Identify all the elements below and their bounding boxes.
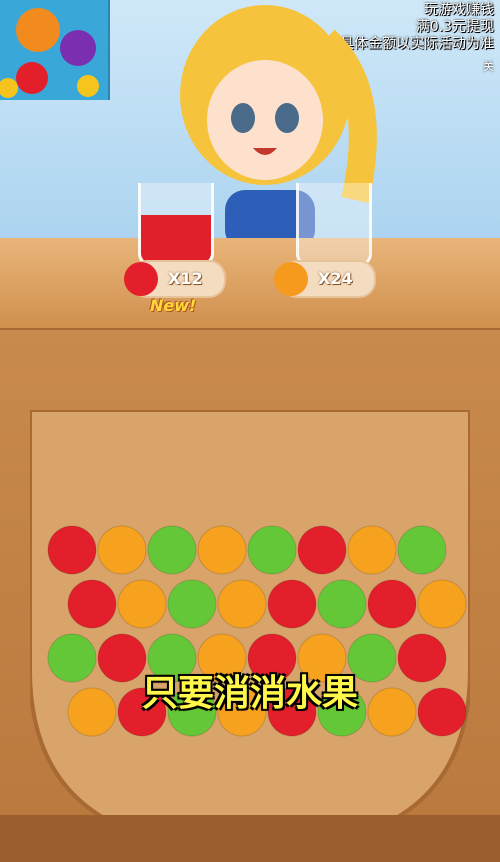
order-orange: X24 <box>274 260 376 298</box>
fruit-thumbnail-art <box>0 8 99 98</box>
peach-icon <box>16 8 60 52</box>
close-button[interactable]: 关 <box>483 58 494 74</box>
juice-glass-orange <box>296 183 372 266</box>
lemon-icon <box>0 78 18 98</box>
apple-icon <box>124 262 158 296</box>
apple-icon[interactable] <box>297 525 347 575</box>
apple-icon[interactable] <box>47 525 97 575</box>
juice-glass-apple <box>138 183 214 266</box>
order-apple: X12 <box>124 260 226 298</box>
orange-icon[interactable] <box>197 525 247 575</box>
orange-icon <box>274 262 308 296</box>
green-apple-icon[interactable] <box>167 579 217 629</box>
orange-icon[interactable] <box>417 579 467 629</box>
juice-fill <box>141 215 211 263</box>
grape-icon <box>60 30 96 66</box>
order-count: X12 <box>168 269 203 288</box>
apple-icon[interactable] <box>67 579 117 629</box>
orange-icon[interactable] <box>97 525 147 575</box>
green-apple-icon[interactable] <box>247 525 297 575</box>
green-apple-icon[interactable] <box>317 579 367 629</box>
fruit-thumbnail-panel[interactable] <box>0 0 110 100</box>
apple-icon <box>16 62 48 94</box>
apple-icon[interactable] <box>367 579 417 629</box>
orange-icon[interactable] <box>347 525 397 575</box>
promo-caption: 只要消消水果 <box>141 673 358 714</box>
green-apple-icon[interactable] <box>147 525 197 575</box>
booster-dock <box>0 815 500 862</box>
orange-icon[interactable] <box>117 579 167 629</box>
order-count: X24 <box>318 269 353 288</box>
counter-shelf <box>0 238 500 331</box>
green-apple-icon[interactable] <box>397 525 447 575</box>
apple-icon[interactable] <box>267 579 317 629</box>
lemon-icon <box>77 75 99 97</box>
new-badge: New! <box>150 296 197 315</box>
fruit-bowl[interactable] <box>30 410 470 850</box>
orange-icon[interactable] <box>217 579 267 629</box>
